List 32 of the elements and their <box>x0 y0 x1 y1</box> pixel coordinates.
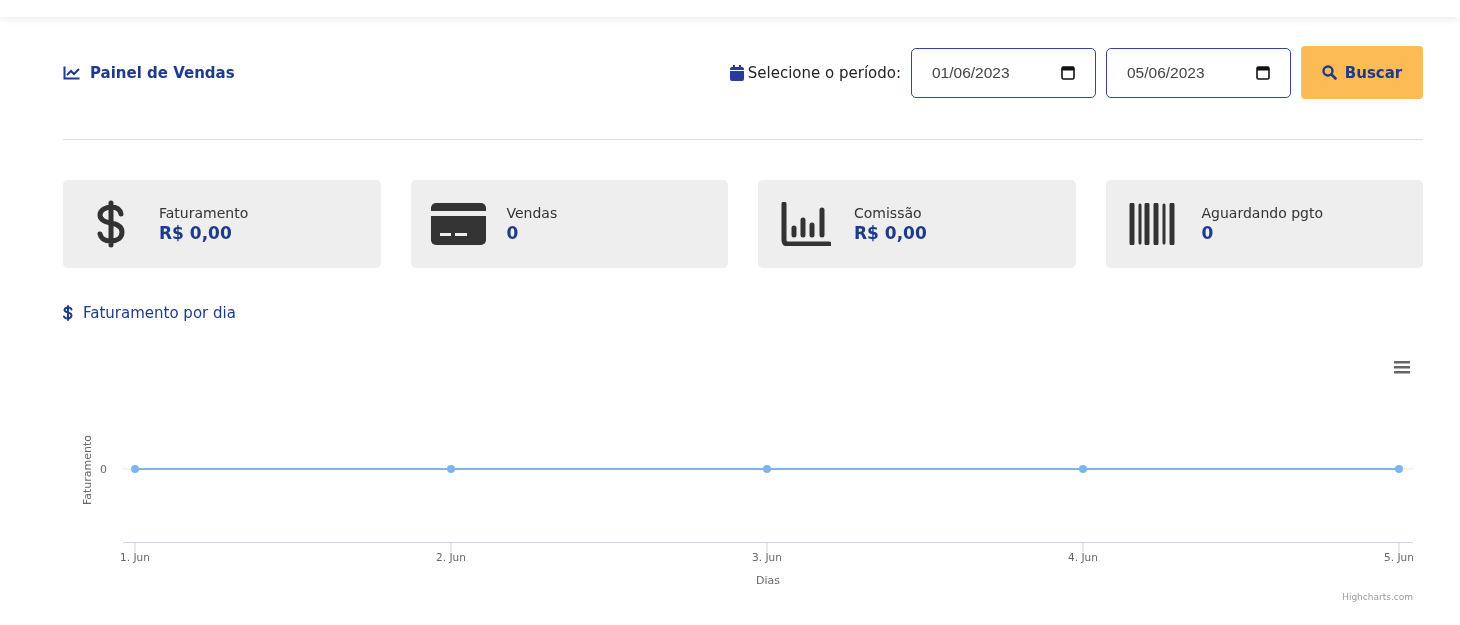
bar-chart-icon <box>781 202 831 246</box>
card-value: 0 <box>1201 223 1215 243</box>
date-field[interactable]: 05/06/2023 <box>1106 47 1291 98</box>
y-axis-title: Faturamento <box>81 434 94 506</box>
calendar-icon[interactable] <box>1256 65 1270 80</box>
date-field[interactable]: 01/06/2023 <box>911 47 1096 98</box>
section-title: Faturamento por dia <box>83 304 236 322</box>
x-axis-title: Dias <box>756 574 780 587</box>
card-label: Aguardando pgto <box>1201 205 1323 221</box>
card-label: Faturamento <box>159 205 249 221</box>
card-value: 0 <box>506 223 520 243</box>
y-tick-label: 0 <box>100 463 107 476</box>
calendar-icon <box>729 64 744 81</box>
card-label: Vendas <box>506 205 558 221</box>
page-title: Painel de Vendas <box>90 63 235 82</box>
calendar-icon[interactable] <box>1061 65 1075 80</box>
dollar-icon <box>96 200 126 248</box>
x-tick-label: 5. Jun <box>1384 551 1414 563</box>
card-value: R$ 0,00 <box>159 223 233 243</box>
credit-card-icon <box>431 203 486 245</box>
x-tick-label: 4. Jun <box>1068 551 1098 563</box>
x-tick-label: 3. Jun <box>752 551 782 563</box>
x-tick-label: 1. Jun <box>120 551 150 563</box>
line-chart-icon <box>63 65 80 80</box>
menu-icon[interactable] <box>1394 361 1410 374</box>
search-button[interactable]: Buscar <box>1301 46 1423 99</box>
card-label: Comissão <box>854 205 923 221</box>
dollar-icon <box>63 305 73 321</box>
search-icon <box>1321 65 1337 80</box>
x-tick-label: 2. Jun <box>436 551 466 563</box>
card-value: R$ 0,00 <box>854 223 927 243</box>
period-label: Selecione o período: <box>747 63 901 82</box>
